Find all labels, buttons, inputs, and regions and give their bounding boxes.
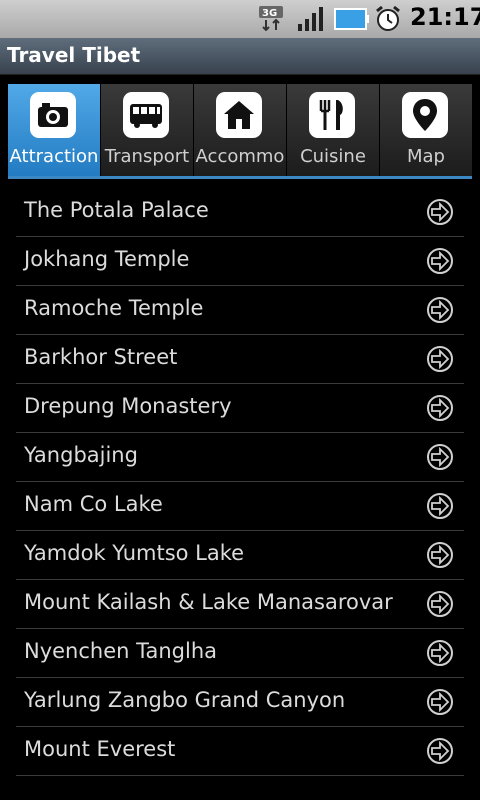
tab-accommodation[interactable]: Accommo	[194, 84, 287, 176]
list-item[interactable]: Barkhor Street	[16, 335, 464, 384]
tab-bar: Attraction Transport Accommo Cuisine Map	[8, 84, 473, 176]
tab-attraction[interactable]: Attraction	[8, 84, 101, 176]
arrow-right-icon	[427, 591, 453, 617]
tab-map[interactable]: Map	[380, 84, 473, 176]
list-item[interactable]: Yamdok Yumtso Lake	[16, 531, 464, 580]
arrow-right-icon	[427, 248, 453, 274]
list-item[interactable]: Yangbajing	[16, 433, 464, 482]
arrow-right-icon	[427, 199, 453, 225]
tab-underline	[8, 176, 472, 179]
list-item[interactable]: Nyenchen Tanglha	[16, 629, 464, 678]
map-pin-icon	[402, 92, 448, 138]
tab-label: Accommo	[195, 146, 285, 167]
arrow-right-icon	[427, 395, 453, 421]
clock: 21:17	[410, 3, 480, 31]
item-label: Jokhang Temple	[24, 247, 190, 271]
arrow-right-icon	[427, 542, 453, 568]
item-label: Mount Kailash & Lake Manasarovar	[24, 590, 393, 614]
item-label: Mount Everest	[24, 737, 176, 761]
item-label: Nyenchen Tanglha	[24, 639, 217, 663]
list-item[interactable]: Yarlung Zangbo Grand Canyon	[16, 678, 464, 727]
app-title: Travel Tibet	[7, 43, 141, 67]
alarm-icon	[376, 5, 400, 31]
item-label: Drepung Monastery	[24, 394, 232, 418]
arrow-right-icon	[427, 493, 453, 519]
list-item[interactable]: Ramoche Temple	[16, 286, 464, 335]
svg-text:3G: 3G	[262, 8, 277, 19]
camera-icon	[30, 92, 76, 138]
title-bar: Travel Tibet	[0, 38, 480, 75]
tab-label: Cuisine	[300, 146, 366, 167]
signal-icon	[298, 7, 323, 31]
item-label: Yangbajing	[24, 443, 138, 467]
item-label: Nam Co Lake	[24, 492, 163, 516]
list-item[interactable]: The Potala Palace	[16, 188, 464, 237]
tab-label: Map	[407, 146, 445, 167]
status-bar: 3G 21:17	[0, 0, 480, 38]
arrow-right-icon	[427, 346, 453, 372]
arrow-right-icon	[427, 689, 453, 715]
item-label: Barkhor Street	[24, 345, 178, 369]
list-item[interactable]: Mount Kailash & Lake Manasarovar	[16, 580, 464, 629]
tab-transport[interactable]: Transport	[101, 84, 194, 176]
arrow-right-icon	[427, 738, 453, 764]
item-label: Yarlung Zangbo Grand Canyon	[24, 688, 346, 712]
list-item[interactable]: Drepung Monastery	[16, 384, 464, 433]
list-item[interactable]: Mount Everest	[16, 727, 464, 776]
item-label: Yamdok Yumtso Lake	[24, 541, 245, 565]
item-label: The Potala Palace	[24, 198, 209, 222]
battery-icon	[334, 8, 369, 30]
tab-label: Transport	[104, 146, 190, 167]
arrow-right-icon	[427, 640, 453, 666]
list-item[interactable]: Jokhang Temple	[16, 237, 464, 286]
cutlery-icon	[309, 92, 355, 138]
tab-label: Attraction	[9, 146, 99, 167]
3g-icon: 3G	[259, 6, 283, 31]
house-icon	[216, 92, 262, 138]
item-label: Ramoche Temple	[24, 296, 204, 320]
attraction-list: The Potala Palace Jokhang Temple Ramoche…	[16, 188, 464, 776]
bus-icon	[123, 92, 169, 138]
arrow-right-icon	[427, 297, 453, 323]
list-item[interactable]: Nam Co Lake	[16, 482, 464, 531]
tab-cuisine[interactable]: Cuisine	[287, 84, 380, 176]
arrow-right-icon	[427, 444, 453, 470]
